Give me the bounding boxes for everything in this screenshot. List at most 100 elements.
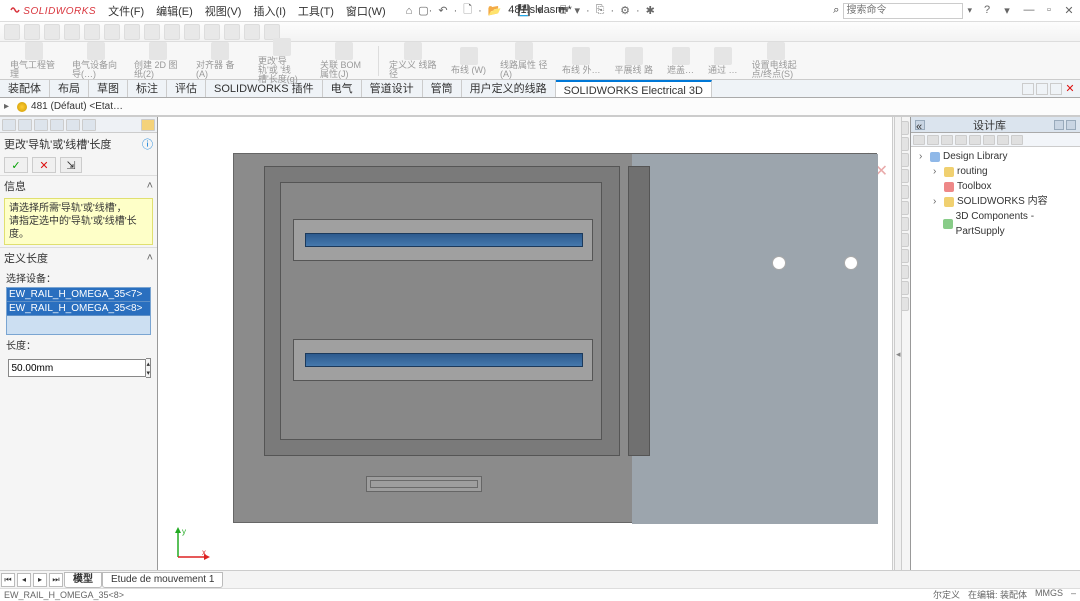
lib-hdr-pin-icon[interactable]	[1054, 120, 1064, 130]
lib-hdr-menu-icon[interactable]	[1066, 120, 1076, 130]
tab-6[interactable]: 电气	[323, 80, 362, 97]
close-icon[interactable]: ✕	[1062, 4, 1076, 17]
spin-up-icon[interactable]: ▴	[146, 359, 150, 368]
sel-item-1[interactable]: EW_RAIL_H_OMEGA_35<8>	[7, 302, 150, 316]
info-icon[interactable]: ⓘ	[142, 136, 153, 152]
lib-tb-6[interactable]	[997, 135, 1009, 145]
right-flyout-handle[interactable]: ◂	[894, 117, 902, 580]
ribbon-item-5[interactable]: 关联 BOM 属性(J)	[316, 42, 372, 79]
lib-tb-0[interactable]	[913, 135, 925, 145]
help-icon[interactable]: ?	[980, 4, 994, 17]
config-triangle-icon[interactable]: ▸	[4, 101, 9, 112]
ribbon-item-4[interactable]: 更改'导轨'或 '线槽'长度(g)	[254, 38, 310, 84]
tab-5[interactable]: SOLIDWORKS 插件	[206, 80, 323, 97]
tab-4[interactable]: 评估	[167, 80, 206, 97]
viewport[interactable]: ✓ ✕ y x *前视	[158, 117, 892, 586]
panel-tab-1[interactable]	[2, 119, 16, 131]
ribbon-item-12[interactable]: 通过 …	[704, 47, 742, 75]
ribbon-item-0[interactable]: 电气工程管理	[6, 42, 62, 79]
config-label[interactable]: 481 (Défaut) <Etat…	[31, 101, 123, 112]
caret-icon[interactable]: ▾	[1000, 4, 1014, 17]
lib-tb-1[interactable]	[927, 135, 939, 145]
qa-icon-11[interactable]	[224, 24, 240, 40]
model-plate[interactable]	[233, 153, 877, 523]
top-icon-16[interactable]: ⚙	[620, 4, 630, 17]
ok-button[interactable]: ✓	[4, 157, 28, 173]
search-input[interactable]	[843, 3, 963, 19]
restore-icon[interactable]: ▫	[1042, 4, 1056, 17]
section-length[interactable]: 定义长度˄	[0, 247, 157, 268]
tab-ctl-3[interactable]	[1050, 83, 1062, 95]
qa-icon-4[interactable]	[84, 24, 100, 40]
btm-nav-1[interactable]: ◂	[17, 573, 31, 587]
btm-nav-2[interactable]: ▸	[33, 573, 47, 587]
panel-tab-5[interactable]	[66, 119, 80, 131]
panel-tab-6[interactable]	[82, 119, 96, 131]
tree-twisty-1[interactable]: ›	[933, 164, 941, 179]
btm-tab-1[interactable]: Etude de mouvement 1	[102, 572, 223, 588]
minimize-icon[interactable]: —	[1022, 4, 1036, 17]
length-input[interactable]	[8, 359, 146, 377]
ribbon-item-7[interactable]: 布线 (W)	[447, 47, 490, 75]
menu-2[interactable]: 视图(V)	[199, 3, 248, 19]
ribbon-item-9[interactable]: 布线 外…	[558, 47, 605, 75]
lib-tb-3[interactable]	[955, 135, 967, 145]
qa-icon-8[interactable]	[164, 24, 180, 40]
tab-2[interactable]: 草图	[89, 80, 128, 97]
top-icon-14[interactable]: ⎘	[596, 4, 605, 17]
tab-7[interactable]: 管道设计	[362, 80, 423, 97]
qa-icon-6[interactable]	[124, 24, 140, 40]
menu-3[interactable]: 插入(I)	[247, 3, 291, 19]
tree-node-4[interactable]: 3D Components - PartSupply	[915, 209, 1076, 239]
rail-1[interactable]	[305, 233, 583, 247]
top-icon-4[interactable]: 🗋	[463, 1, 472, 20]
cancel-button[interactable]: ✕	[32, 157, 56, 173]
top-icon-2[interactable]: ↶	[438, 4, 447, 17]
tab-ctl-1[interactable]	[1022, 83, 1034, 95]
pin-button[interactable]: ⇲	[60, 157, 82, 173]
panel-tab-3[interactable]	[34, 119, 48, 131]
menu-4[interactable]: 工具(T)	[292, 3, 340, 19]
qa-icon-7[interactable]	[144, 24, 160, 40]
qa-icon-3[interactable]	[64, 24, 80, 40]
qa-icon-10[interactable]	[204, 24, 220, 40]
qa-icon-9[interactable]	[184, 24, 200, 40]
qa-icon-1[interactable]	[24, 24, 40, 40]
tab-9[interactable]: 用户定义的线路	[462, 80, 556, 97]
ribbon-item-11[interactable]: 遮盖…	[663, 47, 698, 75]
btm-tab-0[interactable]: 模型	[64, 572, 102, 588]
tab-ctl-4[interactable]: ✕	[1064, 83, 1076, 95]
menu-5[interactable]: 窗口(W)	[340, 3, 392, 19]
tree-node-0[interactable]: ›Design Library	[915, 149, 1076, 164]
top-icon-6[interactable]: 📂	[488, 4, 502, 17]
qa-icon-2[interactable]	[44, 24, 60, 40]
length-spinner[interactable]: ▴ ▾	[146, 358, 151, 378]
search-dropdown-icon[interactable]: ▾	[967, 5, 972, 16]
tree-node-2[interactable]: Toolbox	[915, 179, 1076, 194]
top-icon-12[interactable]: ▾	[574, 4, 580, 17]
panel-tab-2[interactable]	[18, 119, 32, 131]
tab-8[interactable]: 管筒	[423, 80, 462, 97]
menu-1[interactable]: 编辑(E)	[150, 3, 199, 19]
panel-tab-4[interactable]	[50, 119, 64, 131]
ribbon-item-10[interactable]: 平展线 路	[611, 47, 658, 75]
lib-hdr-left-icon[interactable]: «	[915, 120, 925, 130]
sel-item-0[interactable]: EW_RAIL_H_OMEGA_35<7>	[7, 288, 150, 302]
ribbon-item-1[interactable]: 电气设备向导(…)	[68, 42, 124, 79]
qa-icon-5[interactable]	[104, 24, 120, 40]
tab-10[interactable]: SOLIDWORKS Electrical 3D	[556, 80, 712, 97]
top-icon-1[interactable]: ▢·	[418, 4, 432, 17]
ribbon-item-13[interactable]: 设置电线起点/终点(S)	[748, 42, 804, 79]
library-tree[interactable]: ›Design Library›routingToolbox›SOLIDWORK…	[911, 147, 1080, 241]
tree-node-1[interactable]: ›routing	[915, 164, 1076, 179]
lib-tb-5[interactable]	[983, 135, 995, 145]
chevron-up-icon[interactable]: ˄	[147, 180, 153, 192]
lib-tb-7[interactable]	[1011, 135, 1023, 145]
lib-tb-2[interactable]	[941, 135, 953, 145]
ribbon-item-2[interactable]: 创建 2D 图纸(2)	[130, 42, 186, 79]
selection-list[interactable]: EW_RAIL_H_OMEGA_35<7>EW_RAIL_H_OMEGA_35<…	[6, 287, 151, 335]
qa-icon-0[interactable]	[4, 24, 20, 40]
ribbon-item-6[interactable]: 定义义 线路径	[385, 42, 441, 79]
chevron-up-icon-2[interactable]: ˄	[147, 252, 153, 264]
tab-1[interactable]: 布局	[50, 80, 89, 97]
